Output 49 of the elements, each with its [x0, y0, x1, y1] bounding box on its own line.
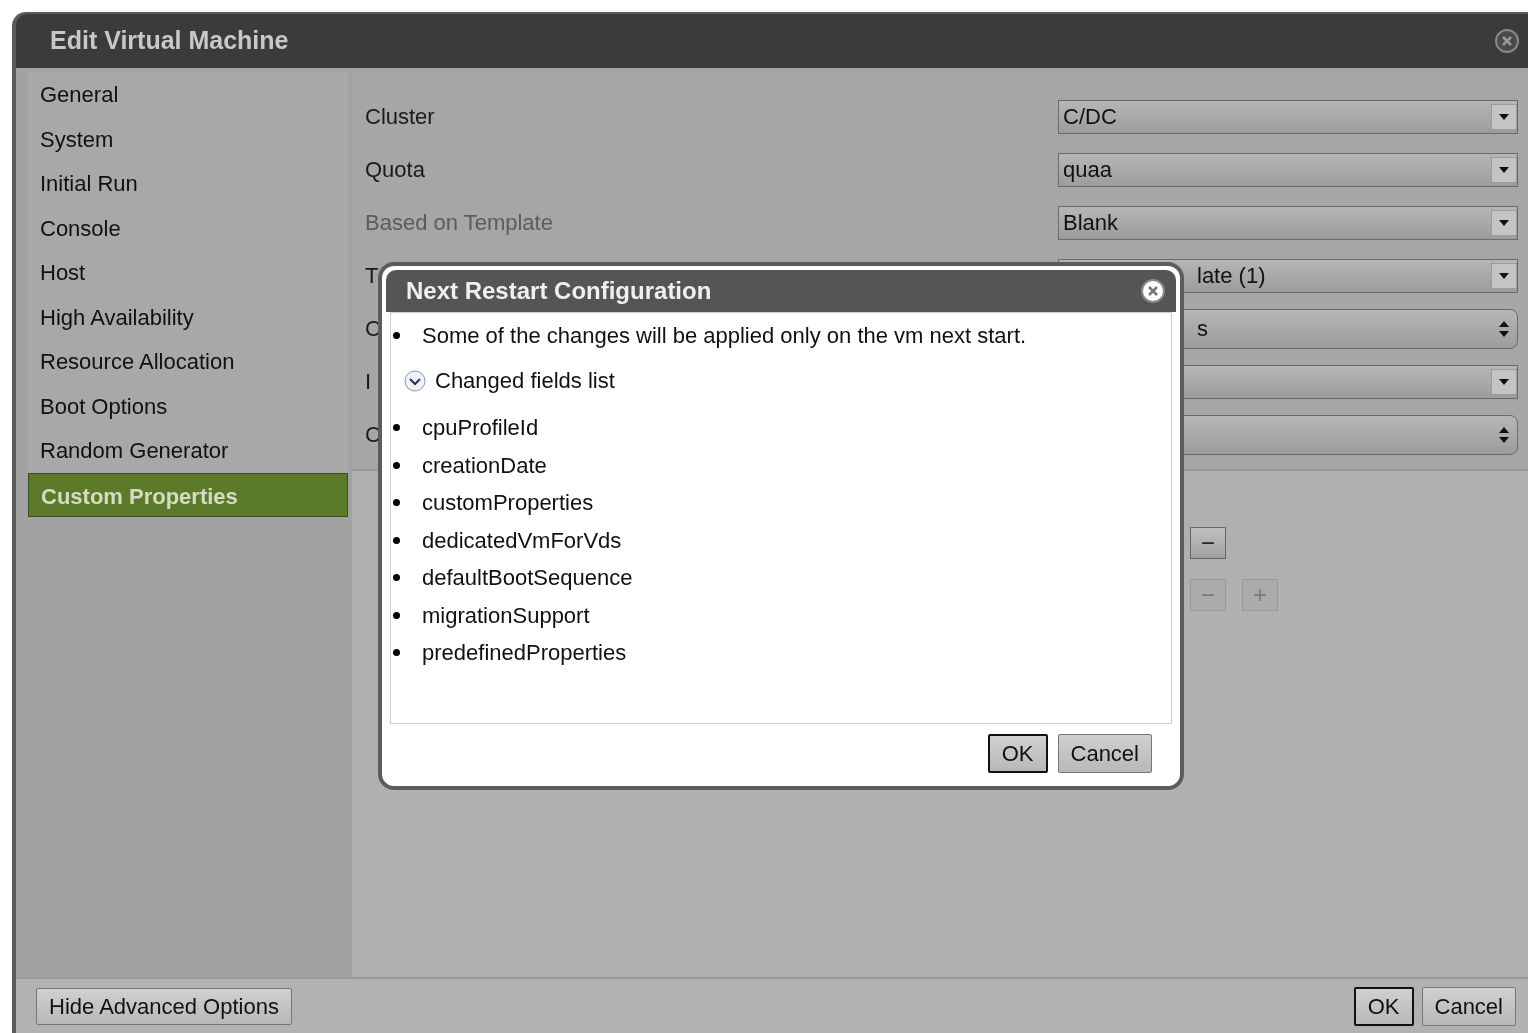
dialog-button[interactable]: Cancel — [1421, 986, 1516, 1026]
sidebar-item[interactable]: Console — [28, 205, 348, 250]
expander-label[interactable]: Changed fields list — [435, 364, 615, 397]
changed-field-item: defaultBootSequence — [422, 564, 633, 593]
field-label: Based on Template — [365, 209, 553, 237]
dropdown-arrow-icon — [1491, 156, 1517, 183]
sidebar-item[interactable]: Host — [28, 250, 348, 295]
field-label: I — [365, 368, 372, 396]
bullet-icon — [393, 536, 400, 544]
dropdown-arrow-icon — [1491, 368, 1517, 395]
dropdown-arrow-icon — [1491, 262, 1517, 289]
sidebar-item[interactable]: Boot Options — [28, 383, 348, 428]
field-label: Quota — [365, 156, 425, 184]
dialog-button[interactable]: OK — [1353, 986, 1414, 1026]
dropdown-arrow-icon — [1491, 209, 1517, 236]
dialog-button[interactable]: Cancel — [1057, 734, 1152, 773]
close-icon[interactable] — [1140, 278, 1166, 304]
bullet-icon — [393, 499, 400, 507]
window-title: Edit Virtual Machine — [50, 25, 289, 57]
dropdown-select[interactable]: quaa — [1058, 152, 1518, 187]
message-text: Some of the changes will be applied only on the vm next start. — [422, 322, 1027, 350]
bullet-icon — [393, 574, 400, 582]
changed-field-item: dedicatedVmForVds — [422, 526, 622, 555]
dropdown-arrow-icon — [1491, 103, 1517, 130]
sidebar-item[interactable]: Random Generator — [28, 428, 348, 473]
field-label: Cluster — [365, 103, 435, 131]
sidebar-item[interactable]: Initial Run — [28, 161, 348, 206]
property-button[interactable]: − — [1190, 527, 1226, 559]
changed-field-item: migrationSupport — [422, 601, 590, 630]
dropdown-select[interactable]: C/DC — [1058, 99, 1518, 134]
bullet-icon — [393, 461, 400, 469]
bullet-icon — [393, 332, 400, 339]
bullet-icon — [393, 424, 400, 432]
bullet-icon — [393, 611, 400, 619]
bullet-icon — [393, 649, 400, 657]
sidebar-item[interactable]: General — [28, 72, 348, 117]
dialog-button[interactable]: OK — [987, 734, 1048, 773]
hide-advanced-options-button[interactable]: Hide Advanced Options — [36, 987, 292, 1025]
close-icon[interactable] — [1494, 28, 1520, 54]
sidebar-item[interactable]: Resource Allocation — [28, 339, 348, 384]
changed-field-item: cpuProfileId — [422, 414, 539, 443]
modal-title: Next Restart Configuration — [406, 276, 712, 306]
changed-field-item: customProperties — [422, 489, 594, 518]
changed-field-item: creationDate — [422, 451, 547, 480]
field-label: T — [365, 262, 379, 290]
sidebar-item[interactable]: System — [28, 116, 348, 161]
sidebar-item[interactable]: High Availability — [28, 294, 348, 339]
expander-icon[interactable] — [403, 368, 427, 393]
changed-field-item: predefinedProperties — [422, 639, 627, 668]
